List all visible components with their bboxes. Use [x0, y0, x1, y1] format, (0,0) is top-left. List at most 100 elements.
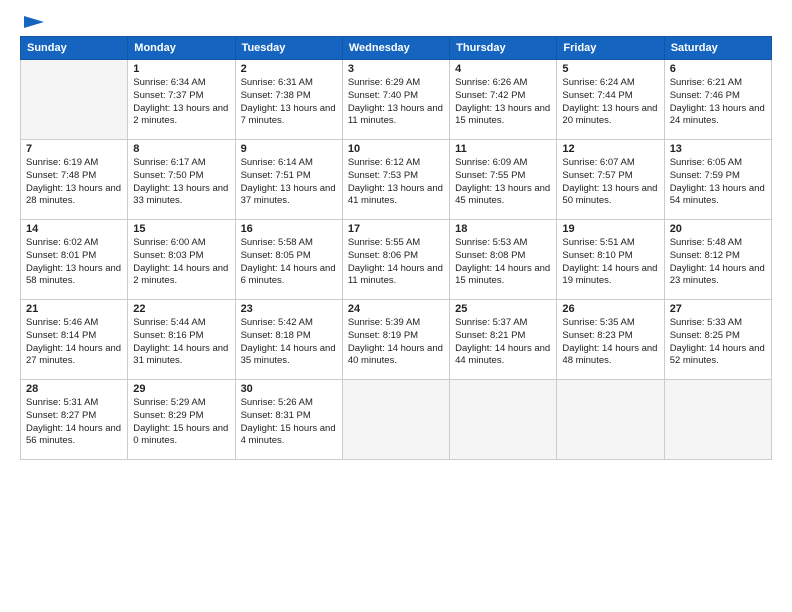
day-number: 12 — [562, 143, 658, 155]
daylight-text: Daylight: 13 hours and 28 minutes. — [26, 183, 122, 209]
sunrise-text: Sunrise: 5:31 AM — [26, 397, 122, 410]
day-number: 18 — [455, 223, 551, 235]
day-number: 27 — [670, 303, 766, 315]
sunset-text: Sunset: 8:27 PM — [26, 410, 122, 423]
sunset-text: Sunset: 7:59 PM — [670, 170, 766, 183]
day-number: 28 — [26, 383, 122, 395]
calendar-week-row: 28 Sunrise: 5:31 AM Sunset: 8:27 PM Dayl… — [21, 380, 772, 460]
calendar-cell: 15 Sunrise: 6:00 AM Sunset: 8:03 PM Dayl… — [128, 220, 235, 300]
sunset-text: Sunset: 8:25 PM — [670, 330, 766, 343]
sunrise-text: Sunrise: 5:26 AM — [241, 397, 337, 410]
logo-flag-icon — [22, 16, 44, 32]
sunrise-text: Sunrise: 5:42 AM — [241, 317, 337, 330]
sunset-text: Sunset: 8:29 PM — [133, 410, 229, 423]
calendar-cell: 27 Sunrise: 5:33 AM Sunset: 8:25 PM Dayl… — [664, 300, 771, 380]
sunrise-text: Sunrise: 6:05 AM — [670, 157, 766, 170]
day-number: 7 — [26, 143, 122, 155]
header-thursday: Thursday — [450, 37, 557, 60]
daylight-text: Daylight: 15 hours and 0 minutes. — [133, 423, 229, 449]
calendar-cell: 10 Sunrise: 6:12 AM Sunset: 7:53 PM Dayl… — [342, 140, 449, 220]
daylight-text: Daylight: 13 hours and 15 minutes. — [455, 103, 551, 129]
daylight-text: Daylight: 13 hours and 33 minutes. — [133, 183, 229, 209]
sunset-text: Sunset: 8:06 PM — [348, 250, 444, 263]
sunset-text: Sunset: 8:05 PM — [241, 250, 337, 263]
calendar-cell — [664, 380, 771, 460]
sunrise-text: Sunrise: 5:53 AM — [455, 237, 551, 250]
daylight-text: Daylight: 14 hours and 52 minutes. — [670, 343, 766, 369]
sunset-text: Sunset: 8:18 PM — [241, 330, 337, 343]
sunrise-text: Sunrise: 6:19 AM — [26, 157, 122, 170]
sunrise-text: Sunrise: 6:00 AM — [133, 237, 229, 250]
daylight-text: Daylight: 14 hours and 31 minutes. — [133, 343, 229, 369]
sunrise-text: Sunrise: 5:33 AM — [670, 317, 766, 330]
sunset-text: Sunset: 8:12 PM — [670, 250, 766, 263]
day-number: 23 — [241, 303, 337, 315]
daylight-text: Daylight: 13 hours and 20 minutes. — [562, 103, 658, 129]
day-number: 5 — [562, 63, 658, 75]
calendar-cell: 9 Sunrise: 6:14 AM Sunset: 7:51 PM Dayli… — [235, 140, 342, 220]
calendar-cell: 25 Sunrise: 5:37 AM Sunset: 8:21 PM Dayl… — [450, 300, 557, 380]
header-saturday: Saturday — [664, 37, 771, 60]
sunset-text: Sunset: 8:23 PM — [562, 330, 658, 343]
calendar-cell: 12 Sunrise: 6:07 AM Sunset: 7:57 PM Dayl… — [557, 140, 664, 220]
calendar-cell: 19 Sunrise: 5:51 AM Sunset: 8:10 PM Dayl… — [557, 220, 664, 300]
sunrise-text: Sunrise: 5:48 AM — [670, 237, 766, 250]
daylight-text: Daylight: 14 hours and 56 minutes. — [26, 423, 122, 449]
daylight-text: Daylight: 14 hours and 27 minutes. — [26, 343, 122, 369]
sunset-text: Sunset: 8:08 PM — [455, 250, 551, 263]
day-number: 16 — [241, 223, 337, 235]
sunrise-text: Sunrise: 6:24 AM — [562, 77, 658, 90]
daylight-text: Daylight: 13 hours and 41 minutes. — [348, 183, 444, 209]
day-number: 21 — [26, 303, 122, 315]
daylight-text: Daylight: 13 hours and 7 minutes. — [241, 103, 337, 129]
sunset-text: Sunset: 8:19 PM — [348, 330, 444, 343]
calendar-cell: 1 Sunrise: 6:34 AM Sunset: 7:37 PM Dayli… — [128, 60, 235, 140]
sunset-text: Sunset: 8:31 PM — [241, 410, 337, 423]
calendar-cell: 22 Sunrise: 5:44 AM Sunset: 8:16 PM Dayl… — [128, 300, 235, 380]
calendar-cell: 26 Sunrise: 5:35 AM Sunset: 8:23 PM Dayl… — [557, 300, 664, 380]
header-monday: Monday — [128, 37, 235, 60]
logo — [20, 16, 44, 28]
calendar-cell — [21, 60, 128, 140]
sunset-text: Sunset: 8:21 PM — [455, 330, 551, 343]
day-number: 1 — [133, 63, 229, 75]
header-sunday: Sunday — [21, 37, 128, 60]
sunrise-text: Sunrise: 6:34 AM — [133, 77, 229, 90]
sunset-text: Sunset: 7:42 PM — [455, 90, 551, 103]
day-number: 2 — [241, 63, 337, 75]
day-number: 22 — [133, 303, 229, 315]
calendar-cell: 4 Sunrise: 6:26 AM Sunset: 7:42 PM Dayli… — [450, 60, 557, 140]
calendar-cell: 6 Sunrise: 6:21 AM Sunset: 7:46 PM Dayli… — [664, 60, 771, 140]
calendar-cell: 23 Sunrise: 5:42 AM Sunset: 8:18 PM Dayl… — [235, 300, 342, 380]
sunrise-text: Sunrise: 6:31 AM — [241, 77, 337, 90]
daylight-text: Daylight: 13 hours and 54 minutes. — [670, 183, 766, 209]
sunrise-text: Sunrise: 5:55 AM — [348, 237, 444, 250]
day-number: 14 — [26, 223, 122, 235]
day-number: 8 — [133, 143, 229, 155]
daylight-text: Daylight: 14 hours and 19 minutes. — [562, 263, 658, 289]
day-number: 15 — [133, 223, 229, 235]
calendar-cell: 20 Sunrise: 5:48 AM Sunset: 8:12 PM Dayl… — [664, 220, 771, 300]
sunrise-text: Sunrise: 6:09 AM — [455, 157, 551, 170]
sunset-text: Sunset: 7:38 PM — [241, 90, 337, 103]
calendar-cell: 16 Sunrise: 5:58 AM Sunset: 8:05 PM Dayl… — [235, 220, 342, 300]
daylight-text: Daylight: 13 hours and 37 minutes. — [241, 183, 337, 209]
sunset-text: Sunset: 8:16 PM — [133, 330, 229, 343]
sunrise-text: Sunrise: 6:12 AM — [348, 157, 444, 170]
calendar-cell: 7 Sunrise: 6:19 AM Sunset: 7:48 PM Dayli… — [21, 140, 128, 220]
day-number: 29 — [133, 383, 229, 395]
daylight-text: Daylight: 14 hours and 11 minutes. — [348, 263, 444, 289]
calendar-cell — [450, 380, 557, 460]
sunset-text: Sunset: 7:37 PM — [133, 90, 229, 103]
calendar-cell: 29 Sunrise: 5:29 AM Sunset: 8:29 PM Dayl… — [128, 380, 235, 460]
daylight-text: Daylight: 13 hours and 11 minutes. — [348, 103, 444, 129]
sunrise-text: Sunrise: 5:37 AM — [455, 317, 551, 330]
sunrise-text: Sunrise: 6:29 AM — [348, 77, 444, 90]
sunrise-text: Sunrise: 6:26 AM — [455, 77, 551, 90]
day-number: 4 — [455, 63, 551, 75]
day-number: 6 — [670, 63, 766, 75]
sunrise-text: Sunrise: 5:35 AM — [562, 317, 658, 330]
calendar-cell: 24 Sunrise: 5:39 AM Sunset: 8:19 PM Dayl… — [342, 300, 449, 380]
daylight-text: Daylight: 14 hours and 35 minutes. — [241, 343, 337, 369]
calendar-cell: 21 Sunrise: 5:46 AM Sunset: 8:14 PM Dayl… — [21, 300, 128, 380]
